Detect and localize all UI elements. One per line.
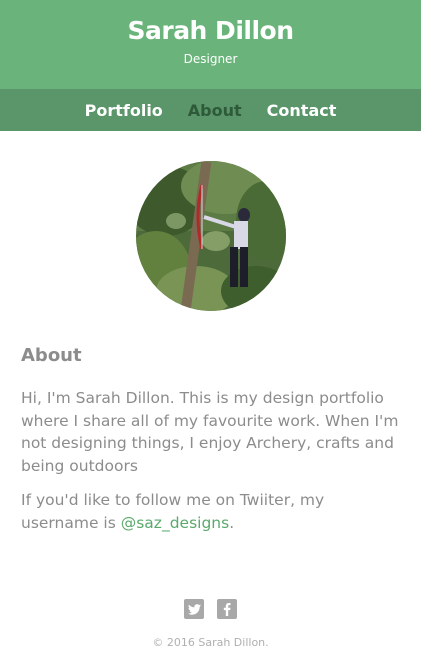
nav-item-portfolio[interactable]: Portfolio (85, 101, 163, 120)
about-heading: About (21, 345, 82, 366)
nav-item-contact[interactable]: Contact (267, 101, 337, 120)
nav-item-about[interactable]: About (188, 101, 242, 120)
social-links (0, 599, 421, 619)
twitter-icon-glyph (187, 603, 201, 615)
profile-photo (135, 161, 286, 311)
site-subtitle: Designer (183, 52, 238, 66)
site-title: Sarah Dillon (127, 16, 294, 45)
footer-copyright: © 2016 Sarah Dillon. (152, 636, 269, 649)
twitter-paragraph-end: . (229, 513, 235, 532)
twitter-icon[interactable] (184, 599, 204, 619)
twitter-paragraph: If you'd like to follow me on Twiiter, m… (21, 489, 400, 534)
profile-photo-container (0, 161, 421, 311)
about-section: About Hi, I'm Sarah Dillon. This is my d… (0, 345, 421, 534)
about-paragraph: Hi, I'm Sarah Dillon. This is my design … (21, 389, 399, 475)
main-nav: Portfolio About Contact (0, 89, 421, 131)
site-header: Sarah Dillon Designer (0, 0, 421, 89)
facebook-icon[interactable] (217, 599, 237, 619)
archery-photo (135, 161, 286, 311)
facebook-icon-glyph (223, 602, 231, 616)
twitter-username-link[interactable]: @saz_designs (121, 514, 229, 532)
